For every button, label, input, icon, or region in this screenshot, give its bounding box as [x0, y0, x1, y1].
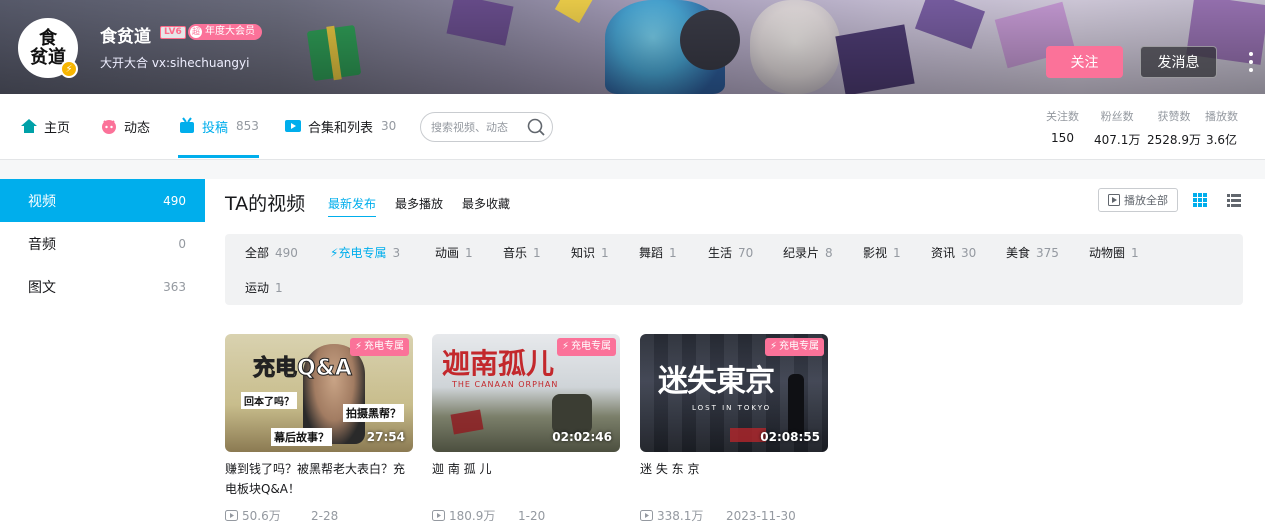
video-duration: 27:54 [366, 430, 405, 444]
lightning-icon: ⚡ [561, 341, 569, 352]
lightning-icon: ⚡ [354, 341, 362, 352]
home-icon [20, 117, 38, 135]
thumbnail-stamp [450, 409, 484, 435]
filter-animals[interactable]: 动物圈 1 [1089, 244, 1139, 261]
content-sidebar: 视频 490 音频 0 图文 363 [0, 179, 205, 532]
charge-exclusive-tag: ⚡ 充电专属 [349, 338, 409, 356]
filter-animation[interactable]: 动画 1 [435, 244, 473, 261]
video-card[interactable]: 迦南孤儿 THE CANAAN ORPHAN ⚡ 充电专属 02:02:46 迦 … [432, 334, 620, 524]
tv-icon [178, 117, 196, 135]
sort-most-played[interactable]: 最多播放 [395, 195, 443, 212]
filter-news[interactable]: 资讯 30 [931, 244, 976, 261]
filter-documentary[interactable]: 纪录片 8 [783, 244, 833, 261]
more-options-icon[interactable] [1245, 52, 1257, 72]
vip-badge[interactable]: 超 年度大会员 [188, 24, 262, 40]
video-date: 2023-11-30 [726, 508, 796, 523]
sort-most-favorited[interactable]: 最多收藏 [462, 195, 510, 212]
vip-label: 年度大会员 [205, 26, 255, 37]
stat-followers[interactable]: 粉丝数 407.1万 [1094, 108, 1140, 148]
play-icon [1108, 194, 1120, 206]
follow-button[interactable]: 关注 [1046, 46, 1123, 78]
play-all-button[interactable]: 播放全部 [1098, 188, 1178, 212]
playlist-icon [284, 117, 302, 135]
thumbnail-figure [552, 394, 592, 434]
avatar-logo: 食贫道 [30, 28, 66, 68]
stat-plays: 播放数 3.6亿 [1205, 110, 1238, 147]
tab-home[interactable]: 主页 [20, 94, 70, 158]
thumbnail-headline: 迦南孤儿 [442, 347, 555, 380]
filter-food[interactable]: 美食 375 [1006, 244, 1059, 261]
video-title[interactable]: 赚到钱了吗？被黑帮老大表白？充电板块Q&A！ [225, 459, 413, 499]
dynamic-icon [100, 117, 118, 135]
video-meta: 180.9万 1-20 [432, 507, 620, 524]
grid-view-icon[interactable] [1192, 192, 1208, 208]
filter-music[interactable]: 音乐 1 [503, 244, 541, 261]
video-date: 1-20 [518, 508, 546, 523]
filter-dance[interactable]: 舞蹈 1 [639, 244, 677, 261]
send-message-button[interactable]: 发消息 [1140, 46, 1217, 78]
tab-submissions[interactable]: 投稿 853 [178, 94, 259, 158]
section-title: TA的视频 [225, 193, 306, 215]
level-badge: LV6 [160, 26, 186, 39]
video-date: 2-28 [311, 508, 339, 523]
video-meta: 50.6万 2-28 [225, 507, 413, 524]
vip-icon: 超 [190, 26, 202, 38]
search-box[interactable] [420, 112, 553, 142]
filter-life[interactable]: 生活 70 [708, 244, 753, 261]
list-view-icon[interactable] [1226, 192, 1242, 208]
video-title[interactable]: 迦 南 孤 儿 [432, 459, 620, 499]
thumbnail-figure [788, 374, 804, 434]
tab-dynamic[interactable]: 动态 [100, 94, 150, 158]
stat-likes: 获赞数 2528.9万 [1147, 110, 1201, 147]
sidebar-item-article[interactable]: 图文 363 [0, 265, 205, 308]
filter-film[interactable]: 影视 1 [863, 244, 901, 261]
category-filter-bar: 全部 490 ⚡充电专属 3 动画 1 音乐 1 知识 1 舞蹈 1 生活 70 纪录片 8 影… [225, 234, 1243, 305]
search-icon[interactable] [526, 117, 546, 137]
video-thumbnail[interactable]: 迦南孤儿 THE CANAAN ORPHAN ⚡ 充电专属 02:02:46 [432, 334, 620, 452]
profile-banner: 食贫道 ⚡ 食贫道 LV6 超 年度大会员 大开大合 vx:sihechuang… [0, 0, 1265, 94]
lightning-icon: ⚡ [769, 341, 777, 352]
play-count-icon [225, 510, 238, 521]
video-card[interactable]: 迷失東京 LOST IN TOKYO ⚡ 充电专属 02:08:55 迷 失 东 … [640, 334, 828, 524]
thumbnail-headline: 迷失東京 [658, 364, 775, 399]
video-thumbnail[interactable]: 迷失東京 LOST IN TOKYO ⚡ 充电专属 02:08:55 [640, 334, 828, 452]
stat-following[interactable]: 关注数 150 [1046, 108, 1079, 145]
charge-exclusive-tag: ⚡ 充电专属 [556, 338, 616, 356]
video-duration: 02:02:46 [552, 430, 612, 444]
user-name[interactable]: 食贫道 [100, 22, 151, 47]
sidebar-item-video[interactable]: 视频 490 [0, 179, 205, 222]
charge-exclusive-tag: ⚡ 充电专属 [764, 338, 824, 356]
video-duration: 02:08:55 [760, 430, 820, 444]
profile-nav: 主页 动态 投稿 853 合集和列表 30 关注数 150 粉丝数 407.1万… [0, 94, 1265, 160]
play-count-icon [432, 510, 445, 521]
video-card[interactable]: 充电Q&A 回本了吗？ 拍摄黑帮？ 幕后故事？ ⚡ 充电专属 27:54 赚到钱了… [225, 334, 413, 524]
filter-all[interactable]: 全部 490 [245, 244, 298, 261]
sort-latest[interactable]: 最新发布 [328, 195, 377, 217]
filter-charge-exclusive[interactable]: ⚡充电专属 3 [330, 244, 400, 261]
video-thumbnail[interactable]: 充电Q&A 回本了吗？ 拍摄黑帮？ 幕后故事？ ⚡ 充电专属 27:54 [225, 334, 413, 452]
video-title[interactable]: 迷 失 东 京 [640, 459, 828, 499]
thumbnail-headline: 充电Q&A [253, 356, 353, 382]
video-meta: 338.1万 2023-11-30 [640, 507, 828, 524]
tab-collections[interactable]: 合集和列表 30 [284, 94, 396, 158]
user-sign: 大开大合 vx:sihechuangyi [100, 56, 250, 70]
filter-sports[interactable]: 运动 1 [245, 279, 283, 296]
video-list-panel: TA的视频 最新发布 最多播放 最多收藏 播放全部 全部 490 ⚡充电专属 3 动… [205, 179, 1265, 532]
search-input[interactable] [431, 119, 525, 135]
verified-badge-icon: ⚡ [60, 60, 78, 78]
play-count-icon [640, 510, 653, 521]
avatar[interactable]: 食贫道 ⚡ [18, 18, 78, 78]
sidebar-item-audio[interactable]: 音频 0 [0, 222, 205, 265]
filter-knowledge[interactable]: 知识 1 [571, 244, 609, 261]
